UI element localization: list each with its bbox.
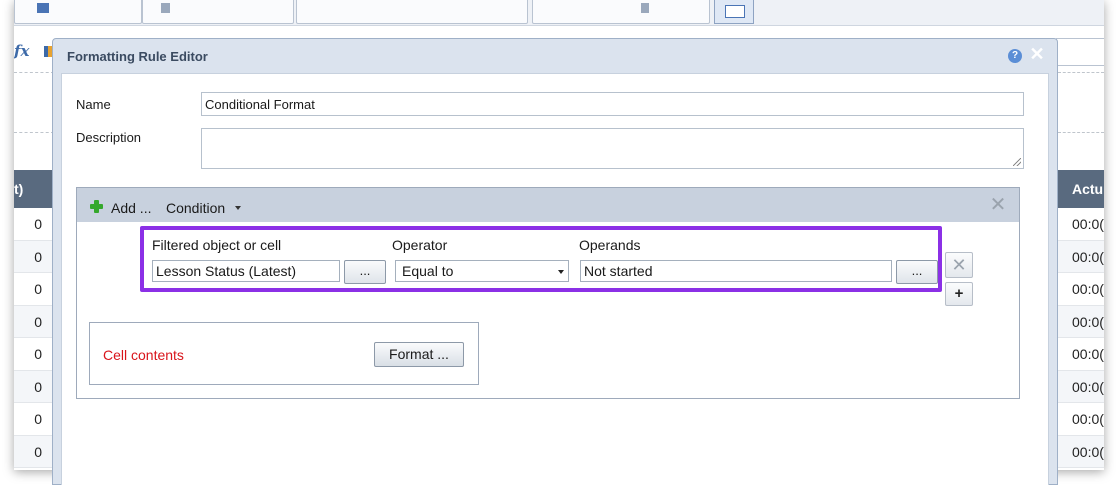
- toolbar-field[interactable]: [532, 0, 710, 24]
- divider: [14, 132, 54, 133]
- dialog-header[interactable]: Formatting Rule Editor ? ✕: [53, 39, 1057, 73]
- cell-contents-box: Cell contents Format ...: [89, 322, 479, 385]
- name-label: Name: [76, 97, 111, 112]
- table-cell: 0: [14, 338, 52, 371]
- top-toolbar: [14, 0, 1104, 26]
- divider: [1058, 132, 1104, 133]
- table-cell: 0: [14, 370, 52, 403]
- toolbar-field[interactable]: [296, 0, 528, 24]
- operands-browse-button[interactable]: ...: [896, 260, 938, 284]
- table-cell: 00:0(: [1058, 208, 1104, 241]
- toolbar-field[interactable]: [14, 0, 142, 24]
- grid-icon: [37, 3, 49, 13]
- add-button[interactable]: Add ...: [111, 200, 151, 216]
- cell-contents-label: Cell contents: [103, 347, 184, 363]
- table-cell: 00:0(: [1058, 435, 1104, 468]
- condition-dropdown[interactable]: Condition: [166, 200, 225, 216]
- table-cell: 00:0(: [1058, 338, 1104, 371]
- toolbar-view-button[interactable]: [714, 0, 754, 24]
- divider: [1058, 72, 1104, 73]
- table-cell: 00:0(: [1058, 273, 1104, 306]
- operands-field[interactable]: [580, 260, 892, 282]
- name-field[interactable]: [201, 92, 1024, 116]
- table-column-right: Actu 00:0( 00:0( 00:0( 00:0( 00:0( 00:0(…: [1058, 170, 1104, 468]
- description-label: Description: [76, 130, 142, 145]
- table-cell: 00:0(: [1058, 403, 1104, 436]
- filtered-object-browse-button[interactable]: ...: [344, 260, 386, 284]
- table-cell: 0: [14, 403, 52, 436]
- operator-select[interactable]: Equal to: [395, 260, 569, 282]
- help-icon[interactable]: ?: [1008, 49, 1022, 63]
- description-field[interactable]: [201, 128, 1024, 169]
- page-icon: [641, 3, 649, 13]
- table-cell: 0: [14, 305, 52, 338]
- close-icon[interactable]: ✕: [1027, 44, 1047, 64]
- format-button[interactable]: Format ...: [374, 342, 464, 367]
- dialog-body: Name Description Add ... Condition ✕ Fil…: [61, 73, 1049, 485]
- add-icon[interactable]: [90, 200, 103, 213]
- column-header: t): [14, 170, 52, 208]
- table-cell: 0: [14, 435, 52, 468]
- table-cell: 00:0(: [1058, 240, 1104, 273]
- remove-condition-icon[interactable]: ✕: [987, 194, 1009, 216]
- table-cell: 0: [14, 240, 52, 273]
- condition-row-highlight: Filtered object or cell ... Operator Equ…: [140, 226, 942, 292]
- formula-input[interactable]: [1056, 38, 1104, 66]
- table-cell: 0: [14, 208, 52, 241]
- condition-toolbar: Add ... Condition ✕: [77, 188, 1019, 222]
- filtered-object-field[interactable]: [152, 260, 340, 282]
- table-cell: 00:0(: [1058, 305, 1104, 338]
- operator-value: Equal to: [402, 263, 454, 279]
- table-cell: 00:0(: [1058, 370, 1104, 403]
- resize-grip-icon[interactable]: [1013, 158, 1021, 166]
- chevron-down-icon[interactable]: [235, 206, 241, 210]
- column-header: Actu: [1058, 170, 1104, 208]
- toolbar-field[interactable]: [142, 0, 294, 24]
- formatting-rule-editor-dialog: Formatting Rule Editor ? ✕ Name Descript…: [52, 38, 1058, 485]
- document-icon: [161, 3, 170, 13]
- fx-icon[interactable]: fx: [14, 42, 29, 60]
- filtered-object-label: Filtered object or cell: [152, 237, 282, 253]
- table-column-left: t) 0 0 0 0 0 0 0 0: [14, 170, 52, 468]
- add-row-button[interactable]: +: [945, 282, 973, 306]
- operands-label: Operands: [579, 237, 641, 253]
- table-cell: 0: [14, 273, 52, 306]
- condition-panel: Add ... Condition ✕ Filtered object or c…: [76, 187, 1020, 399]
- divider: [14, 72, 54, 73]
- remove-row-button[interactable]: ✕: [945, 252, 973, 278]
- chevron-down-icon: [558, 270, 564, 274]
- dialog-title: Formatting Rule Editor: [67, 49, 208, 64]
- operator-label: Operator: [392, 237, 448, 253]
